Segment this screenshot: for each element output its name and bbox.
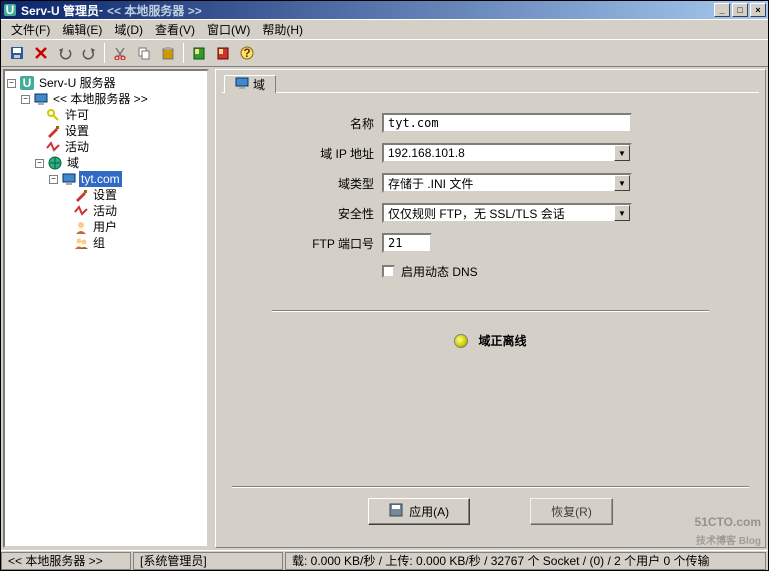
port-label: FTP 端口号 <box>232 235 382 252</box>
title-app: Serv-U 管理员 <box>21 2 99 19</box>
maximize-button[interactable]: □ <box>732 3 748 17</box>
ip-label: 域 IP 地址 <box>232 145 382 162</box>
minimize-button[interactable]: _ <box>714 3 730 17</box>
name-input[interactable] <box>382 113 632 133</box>
servu-icon: U <box>20 76 34 90</box>
tab-domain[interactable]: 域 <box>224 75 276 93</box>
delete-icon[interactable] <box>29 42 53 64</box>
tree-root[interactable]: − U Serv-U 服务器 <box>7 75 205 91</box>
menu-domain[interactable]: 域(D) <box>108 19 149 40</box>
name-label: 名称 <box>232 115 382 132</box>
title-sep: - <box>99 3 103 17</box>
chevron-down-icon[interactable]: ▼ <box>614 175 630 191</box>
paste-icon[interactable] <box>156 42 180 64</box>
gear-icon <box>74 188 88 202</box>
group-icon <box>74 236 88 250</box>
menu-help[interactable]: 帮助(H) <box>256 19 309 40</box>
monitor-icon <box>235 77 249 92</box>
globe-icon <box>48 156 62 170</box>
menu-edit[interactable]: 编辑(E) <box>56 19 108 40</box>
status-transfer: 载: 0.000 KB/秒 / 上传: 0.000 KB/秒 / 32767 个… <box>285 552 766 570</box>
svg-text:U: U <box>6 4 15 16</box>
save-icon <box>389 503 403 520</box>
chevron-down-icon[interactable]: ▼ <box>614 145 630 161</box>
status-admin: [系统管理员] <box>133 552 283 570</box>
close-button[interactable]: × <box>750 3 766 17</box>
tree-d-activity[interactable]: 活动 <box>7 203 205 219</box>
book2-icon[interactable] <box>211 42 235 64</box>
status-server: << 本地服务器 >> <box>1 552 131 570</box>
security-label: 安全性 <box>232 205 382 222</box>
svg-text:U: U <box>23 76 32 90</box>
ddns-checkbox[interactable] <box>382 265 395 278</box>
book1-icon[interactable] <box>187 42 211 64</box>
tree-d-settings[interactable]: 设置 <box>7 187 205 203</box>
port-input[interactable] <box>382 233 432 253</box>
toolbar: ? <box>1 39 768 67</box>
minus-icon[interactable]: − <box>7 79 16 88</box>
copy-icon[interactable] <box>132 42 156 64</box>
redo-icon[interactable] <box>77 42 101 64</box>
help-icon[interactable]: ? <box>235 42 259 64</box>
monitor-icon <box>62 172 76 186</box>
ip-combo[interactable]: 192.168.101.8 ▼ <box>382 143 632 163</box>
tree-pane[interactable]: − U Serv-U 服务器 − << 本地服务器 >> 许可 <box>3 69 209 548</box>
divider <box>232 486 749 488</box>
main-pane: 域 名称 域 IP 地址 192.168.101.8 ▼ 域类型 <box>215 69 766 548</box>
minus-icon[interactable]: − <box>35 159 44 168</box>
app-icon: U <box>3 3 17 17</box>
led-icon <box>454 334 468 348</box>
menu-view[interactable]: 查看(V) <box>149 19 201 40</box>
save-icon[interactable] <box>5 42 29 64</box>
activity-icon <box>74 204 88 218</box>
key-icon <box>46 108 60 122</box>
tree-activity[interactable]: 活动 <box>7 139 205 155</box>
undo-icon[interactable] <box>53 42 77 64</box>
tree-d-users[interactable]: 用户 <box>7 219 205 235</box>
minus-icon[interactable]: − <box>21 95 30 104</box>
tree-domain-tyt[interactable]: − tyt.com <box>7 171 205 187</box>
type-label: 域类型 <box>232 175 382 192</box>
menu-window[interactable]: 窗口(W) <box>201 19 256 40</box>
type-combo[interactable]: 存储于 .INI 文件 ▼ <box>382 173 632 193</box>
ddns-label: 启用动态 DNS <box>401 263 478 280</box>
svg-text:?: ? <box>243 46 250 60</box>
security-combo[interactable]: 仅仅规则 FTP，无 SSL/TLS 会话 ▼ <box>382 203 632 223</box>
apply-button[interactable]: 应用(A) <box>368 498 470 525</box>
cut-icon[interactable] <box>108 42 132 64</box>
title-sub: << 本地服务器 >> <box>107 2 202 19</box>
tree-permit[interactable]: 许可 <box>7 107 205 123</box>
user-icon <box>74 220 88 234</box>
chevron-down-icon[interactable]: ▼ <box>614 205 630 221</box>
tree-domains[interactable]: − 域 <box>7 155 205 171</box>
titlebar: U Serv-U 管理员 - << 本地服务器 >> _ □ × <box>1 1 768 19</box>
gear-icon <box>46 124 60 138</box>
menu-file[interactable]: 文件(F) <box>5 19 56 40</box>
divider <box>272 310 709 312</box>
status-text: 域正离线 <box>478 332 526 349</box>
tree-settings[interactable]: 设置 <box>7 123 205 139</box>
minus-icon[interactable]: − <box>49 175 58 184</box>
activity-icon <box>46 140 60 154</box>
statusbar: << 本地服务器 >> [系统管理员] 载: 0.000 KB/秒 / 上传: … <box>1 550 768 570</box>
tab-label: 域 <box>253 76 265 93</box>
tree-localserver[interactable]: − << 本地服务器 >> <box>7 91 205 107</box>
computer-icon <box>34 92 48 106</box>
tree-d-groups[interactable]: 组 <box>7 235 205 251</box>
restore-button[interactable]: 恢复(R) <box>530 498 613 525</box>
menubar: 文件(F) 编辑(E) 域(D) 查看(V) 窗口(W) 帮助(H) <box>1 19 768 39</box>
